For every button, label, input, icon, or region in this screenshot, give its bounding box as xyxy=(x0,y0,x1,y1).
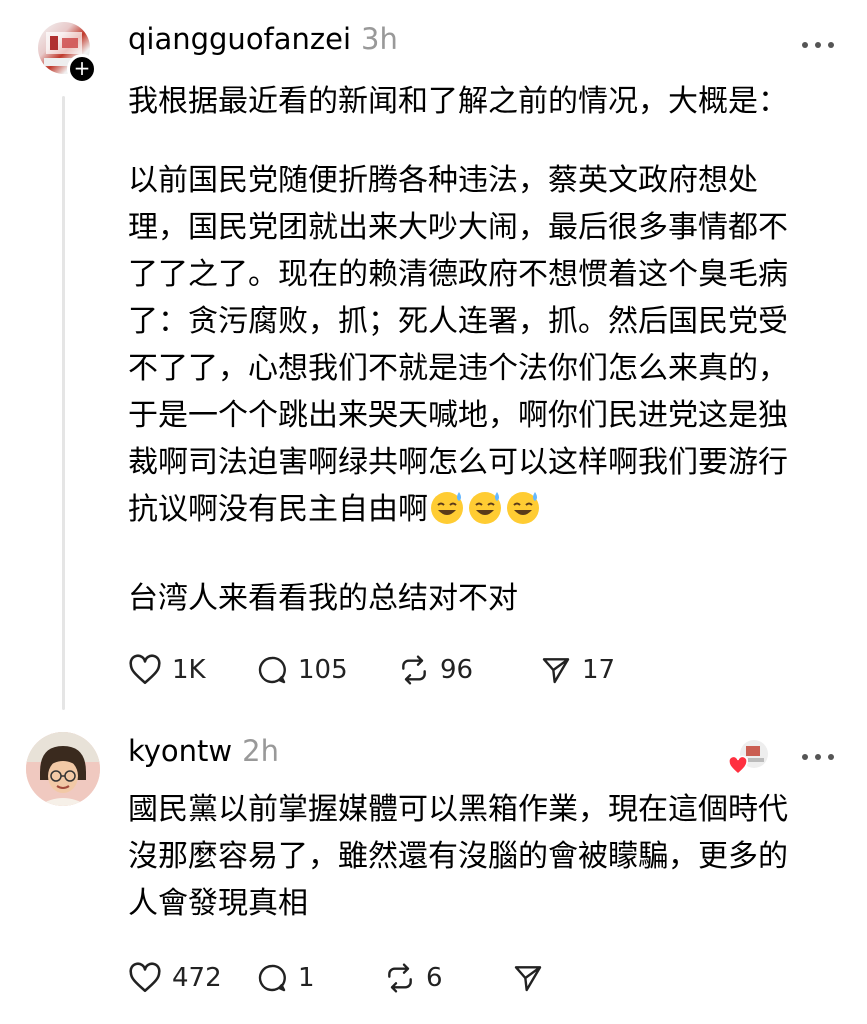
heart-icon xyxy=(129,654,161,685)
reply-button[interactable]: 1 xyxy=(256,962,384,994)
share-button[interactable]: 17 xyxy=(540,654,615,686)
thread-line xyxy=(62,96,65,710)
repost-count: 6 xyxy=(426,963,443,993)
like-button[interactable]: 1K xyxy=(128,654,256,686)
post-text-paragraph: 以前国民党随便折腾各种违法，蔡英文政府想处 理，国民党团就出来大吵大闹，最后很多… xyxy=(128,163,788,527)
author-liked-indicator xyxy=(728,736,772,780)
username[interactable]: kyontw xyxy=(128,734,232,768)
repost-icon xyxy=(402,655,426,685)
share-button[interactable] xyxy=(512,962,554,994)
post-text-body: 以前国民党随便折腾各种违法，蔡英文政府想处 理，国民党团就出来大吵大闹，最后很多… xyxy=(128,157,848,533)
username[interactable]: qiangguofanzei xyxy=(128,22,351,56)
timestamp: 2h xyxy=(242,734,279,768)
send-icon xyxy=(542,658,570,684)
like-count: 1K xyxy=(172,655,206,685)
reply-button[interactable]: 105 xyxy=(256,654,398,686)
action-bar: 1K 105 96 17 xyxy=(128,654,615,686)
avatar[interactable] xyxy=(26,732,100,806)
more-options-button[interactable] xyxy=(801,26,835,56)
more-horizontal-icon xyxy=(802,42,834,48)
reply-count: 1 xyxy=(298,963,315,993)
post-text-paragraph: 台湾人来看看我的总结对不对 xyxy=(128,581,518,616)
action-bar: 472 1 6 xyxy=(128,962,554,994)
more-options-button[interactable] xyxy=(801,738,835,768)
repost-button[interactable]: 6 xyxy=(384,962,512,994)
share-count: 17 xyxy=(582,655,616,685)
follow-plus-button[interactable]: + xyxy=(67,54,97,84)
post-text-paragraph: 我根据最近看的新闻和了解之前的情况，大概是： xyxy=(128,84,788,119)
post-header: kyontw 2h xyxy=(128,734,279,768)
timestamp: 3h xyxy=(361,22,398,56)
repost-icon xyxy=(388,963,412,993)
reply-count: 105 xyxy=(298,655,348,685)
like-count: 472 xyxy=(172,963,222,993)
post-1: + qiangguofanzei 3h 我根据最近看的新闻和了解之前的情况，大概… xyxy=(0,0,867,720)
emoji-sweat-smile xyxy=(428,492,542,527)
comment-icon xyxy=(258,964,286,992)
like-button[interactable]: 472 xyxy=(128,962,256,994)
heart-icon xyxy=(129,962,161,993)
more-horizontal-icon xyxy=(802,754,834,760)
comment-icon xyxy=(258,656,286,684)
repost-button[interactable]: 96 xyxy=(398,654,540,686)
post-text-body: 國民黨以前掌握媒體可以黑箱作業，現在這個時代 沒那麼容易了，雖然還有沒腦的會被矇… xyxy=(128,792,788,921)
liked-heart-icon xyxy=(728,755,748,775)
post-header: qiangguofanzei 3h xyxy=(128,22,398,56)
post-2: kyontw 2h 國民黨以前掌握媒體可以黑箱作業，現在這個時代 沒那麼容易了，… xyxy=(0,720,867,1024)
send-icon xyxy=(514,966,542,992)
repost-count: 96 xyxy=(440,655,474,685)
